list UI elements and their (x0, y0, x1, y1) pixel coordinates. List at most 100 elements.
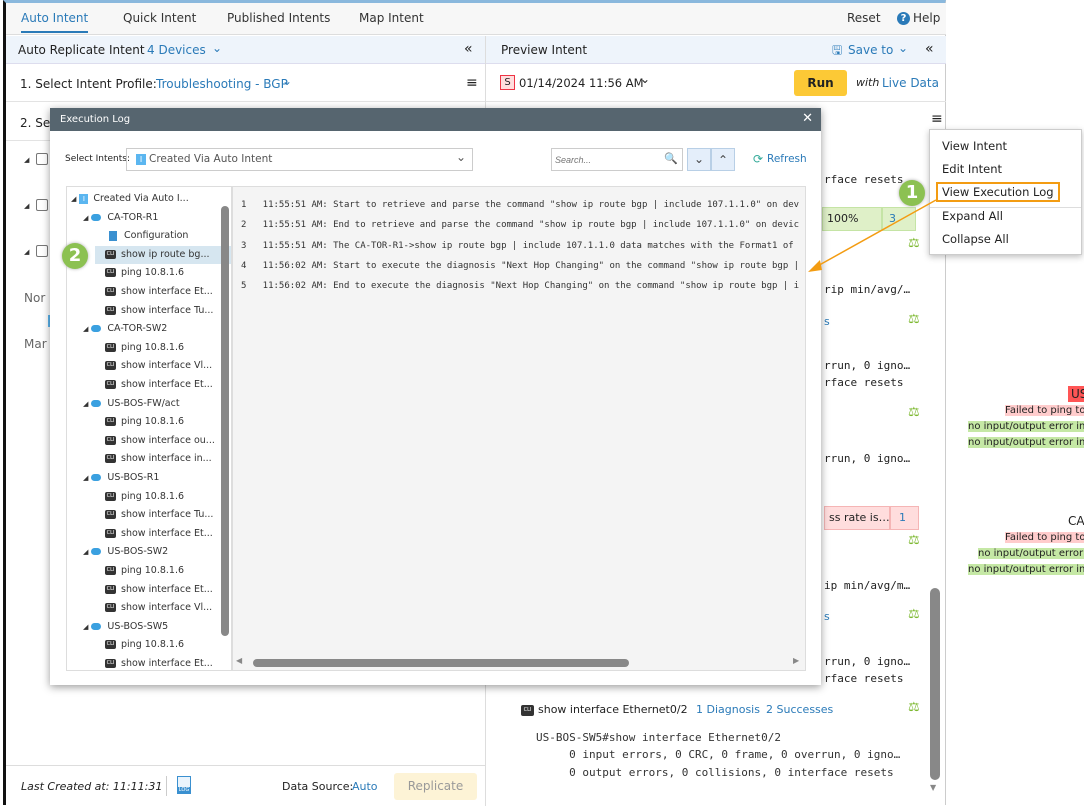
tree-item[interactable]: CLI ping 10.8.1.6 (95, 636, 184, 654)
tree-item[interactable]: CLI show interface Et... (95, 581, 213, 599)
data-source-value[interactable]: Auto (352, 780, 378, 793)
scale-icon[interactable]: ⚖ (908, 607, 920, 622)
checkbox[interactable] (36, 199, 48, 211)
tree-item[interactable]: CLI show ip route bg... (95, 245, 231, 264)
tree-item[interactable]: ◢ I Created Via Auto I... (71, 190, 189, 208)
tree-item[interactable]: CLI show interface in... (95, 450, 212, 468)
checkbox[interactable] (36, 245, 48, 257)
chevron-down-icon[interactable]: ⌄ (898, 41, 908, 55)
help-link[interactable]: Help (913, 11, 940, 25)
diagnosis-link[interactable]: s (824, 610, 830, 623)
help-icon[interactable]: ? (897, 12, 910, 25)
tree-item[interactable]: ◢ US-BOS-SW5 (83, 618, 168, 636)
refresh-button[interactable]: Refresh (767, 153, 807, 165)
live-data-link[interactable]: Live Data (882, 76, 939, 90)
refresh-icon[interactable]: ⟳ (753, 152, 763, 166)
failure-count[interactable]: 1 (890, 506, 919, 530)
scale-icon[interactable]: ⚖ (908, 700, 920, 715)
chevron-down-icon: ⌄ (455, 150, 466, 164)
tab-published-intents[interactable]: Published Intents (227, 11, 330, 25)
search-icon[interactable]: 🔍 (664, 152, 678, 165)
menu-edit-intent[interactable]: Edit Intent (942, 162, 1002, 176)
tree-item[interactable]: CLI ping 10.8.1.6 (95, 488, 184, 506)
tree-item[interactable]: CLI show interface Vl... (95, 599, 212, 617)
scroll-down-icon[interactable]: ▼ (930, 783, 936, 792)
tree-item[interactable]: CLI show interface Et... (95, 376, 213, 394)
tab-map-intent[interactable]: Map Intent (359, 11, 424, 25)
tree-group[interactable]: Mar (24, 337, 47, 351)
previous-match-button[interactable]: ⌃ (711, 148, 735, 171)
menu-collapse-all[interactable]: Collapse All (942, 232, 1009, 246)
scale-icon[interactable]: ⚖ (908, 312, 920, 327)
expand-icon[interactable]: ◢ (83, 543, 88, 561)
diagnosis-link[interactable]: s (824, 315, 830, 328)
save-icon[interactable]: 🖫 (832, 41, 842, 62)
menu-view-intent[interactable]: View Intent (942, 139, 1007, 153)
tree-item[interactable]: ◢ US-BOS-SW2 (83, 543, 168, 561)
tree-item[interactable]: CLI ping 10.8.1.6 (95, 264, 184, 282)
tree-item[interactable]: CLI ping 10.8.1.6 (95, 413, 184, 431)
tree-item[interactable]: CLI show interface Et... (95, 655, 213, 670)
select-intents-label: Select Intents: (65, 154, 131, 164)
datetime-dropdown[interactable]: 01/14/2024 11:56 AM (519, 76, 644, 90)
horizontal-scrollbar[interactable] (253, 659, 629, 667)
successes-link[interactable]: 2 Successes (766, 703, 833, 716)
tree-item[interactable]: ◢ US-BOS-R1 (83, 469, 159, 487)
collapse-left-icon[interactable]: « (464, 41, 473, 57)
tab-quick-intent[interactable]: Quick Intent (123, 11, 196, 25)
reset-link[interactable]: Reset (847, 11, 881, 25)
diagnosis-count-link[interactable]: 1 Diagnosis (696, 703, 760, 716)
select-intents-dropdown[interactable]: I Created Via Auto Intent ⌄ (126, 148, 473, 171)
replicate-button[interactable]: Replicate (394, 773, 477, 800)
tree-item[interactable]: CLI show interface Tu... (95, 506, 213, 524)
scroll-left-icon[interactable]: ◀ (236, 656, 242, 665)
tree-item[interactable]: CLI show interface Et... (95, 283, 213, 301)
chevron-down-icon[interactable]: ⌄ (282, 74, 292, 88)
log-file-icon[interactable]: LOG (177, 776, 191, 794)
menu-icon[interactable]: ≡ (466, 75, 478, 91)
tree-scrollbar[interactable] (221, 206, 229, 636)
expand-icon[interactable]: ◢ (24, 156, 29, 164)
scale-icon[interactable]: ⚖ (908, 533, 920, 548)
collapse-right-icon[interactable]: « (925, 41, 934, 57)
expand-icon[interactable]: ◢ (83, 618, 88, 636)
menu-expand-all[interactable]: Expand All (942, 209, 1003, 223)
tree-item[interactable]: ◢ CA-TOR-SW2 (83, 320, 167, 338)
expand-icon[interactable]: ◢ (83, 209, 88, 227)
tree-item[interactable]: CLI show interface Et... (95, 525, 213, 543)
expand-icon[interactable]: ◢ (83, 469, 88, 487)
next-match-button[interactable]: ⌄ (687, 148, 711, 171)
tab-auto-intent[interactable]: Auto Intent (21, 11, 89, 33)
tree-item-label: ping 10.8.1.6 (121, 416, 185, 428)
vertical-scrollbar[interactable] (930, 588, 940, 780)
tree-item[interactable]: CLI ping 10.8.1.6 (95, 562, 184, 580)
tree-item[interactable]: CLI show interface Vl... (95, 357, 212, 375)
tree-item[interactable]: CLI show interface ou... (95, 432, 215, 450)
expand-icon[interactable]: ◢ (83, 320, 88, 338)
expand-icon[interactable]: ◢ (24, 202, 29, 210)
menu-view-execution-log[interactable]: View Execution Log (936, 182, 1060, 202)
expand-icon[interactable]: ◢ (24, 248, 29, 256)
expand-icon[interactable]: ◢ (83, 395, 88, 413)
close-icon[interactable]: ✕ (802, 111, 813, 126)
tree-group[interactable]: Nor (24, 291, 45, 305)
checkbox[interactable] (36, 153, 48, 165)
expand-icon[interactable]: ◢ (71, 190, 76, 208)
devices-dropdown[interactable]: 4 Devices (147, 43, 206, 57)
scroll-right-icon[interactable]: ▶ (793, 656, 799, 665)
cli-icon: CLI (105, 361, 116, 371)
tree-item[interactable]: ◢ US-BOS-FW/act (83, 395, 180, 413)
menu-icon[interactable]: ≡ (931, 111, 943, 127)
tree-item[interactable]: CLI show interface Tu... (95, 302, 213, 320)
search-input[interactable] (555, 152, 660, 167)
tree-item[interactable]: CLI ping 10.8.1.6 (95, 339, 184, 357)
intent-profile-dropdown[interactable]: Troubleshooting - BGP (156, 77, 288, 91)
chevron-down-icon[interactable]: ⌄ (212, 41, 222, 55)
scale-icon[interactable]: ⚖ (908, 405, 920, 420)
tree-item[interactable]: ◢ CA-TOR-R1 (83, 209, 158, 227)
tree-item[interactable]: Configuration (95, 227, 188, 245)
save-to-button[interactable]: Save to (848, 43, 893, 57)
run-button[interactable]: Run (794, 70, 847, 96)
chevron-down-icon[interactable]: ⌄ (640, 72, 650, 86)
cli-icon: CLI (105, 435, 116, 445)
